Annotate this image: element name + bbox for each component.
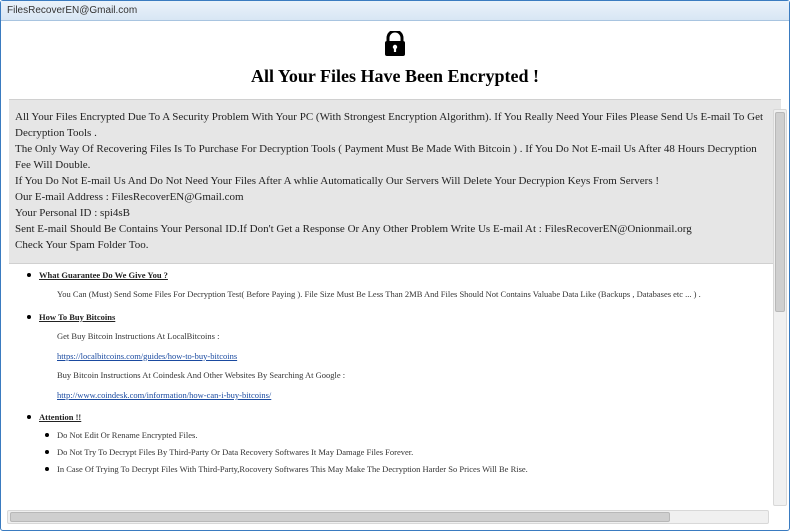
section-guarantee: What Guarantee Do We Give You ? You Can … — [11, 270, 779, 302]
horizontal-scrollbar-thumb[interactable] — [10, 512, 670, 522]
vertical-scrollbar[interactable] — [773, 109, 787, 506]
horizontal-scrollbar[interactable] — [7, 510, 769, 524]
bitcoin-link[interactable]: https://localbitcoins.com/guides/how-to-… — [57, 351, 237, 361]
msg-email: Our E-mail Address : FilesRecoverEN@Gmai… — [15, 190, 775, 206]
attention-item: Do Not Edit Or Rename Encrypted Files. — [57, 430, 779, 440]
guarantee-text: You Can (Must) Send Some Files For Decry… — [57, 288, 779, 302]
ransom-window: FilesRecoverEN@Gmail.com All Your Files … — [0, 0, 790, 531]
titlebar[interactable]: FilesRecoverEN@Gmail.com — [1, 1, 789, 21]
msg-alt-email: Sent E-mail Should Be Contains Your Pers… — [15, 222, 775, 238]
msg-line: If You Do Not E-mail Us And Do Not Need … — [15, 174, 775, 190]
msg-line: All Your Files Encrypted Due To A Securi… — [15, 110, 775, 142]
section-heading: How To Buy Bitcoins — [39, 312, 779, 322]
content-area: All Your Files Have Been Encrypted ! All… — [1, 21, 789, 530]
vertical-scrollbar-thumb[interactable] — [775, 112, 785, 312]
bitcoin-text: Get Buy Bitcoin Instructions At LocalBit… — [57, 330, 779, 344]
bitcoin-text: Buy Bitcoin Instructions At Coindesk And… — [57, 369, 779, 383]
msg-personal-id: Your Personal ID : spi4sB — [15, 206, 775, 222]
attention-item: Do Not Try To Decrypt Files By Third-Par… — [57, 447, 779, 457]
section-bitcoin: How To Buy Bitcoins Get Buy Bitcoin Inst… — [11, 312, 779, 402]
window-title: FilesRecoverEN@Gmail.com — [7, 5, 137, 16]
bitcoin-link[interactable]: http://www.coindesk.com/information/how-… — [57, 390, 271, 400]
ransom-message: All Your Files Encrypted Due To A Securi… — [9, 99, 781, 264]
section-attention: Attention !! Do Not Edit Or Rename Encry… — [11, 412, 779, 474]
attention-item: In Case Of Trying To Decrypt Files With … — [57, 464, 779, 474]
section-heading: Attention !! — [39, 412, 779, 422]
msg-line: Check Your Spam Folder Too. — [15, 238, 775, 254]
msg-line: The Only Way Of Recovering Files Is To P… — [15, 142, 775, 174]
section-heading: What Guarantee Do We Give You ? — [39, 270, 779, 280]
lock-icon — [9, 31, 781, 62]
info-sections: What Guarantee Do We Give You ? You Can … — [9, 264, 781, 474]
page-title: All Your Files Have Been Encrypted ! — [9, 66, 781, 87]
